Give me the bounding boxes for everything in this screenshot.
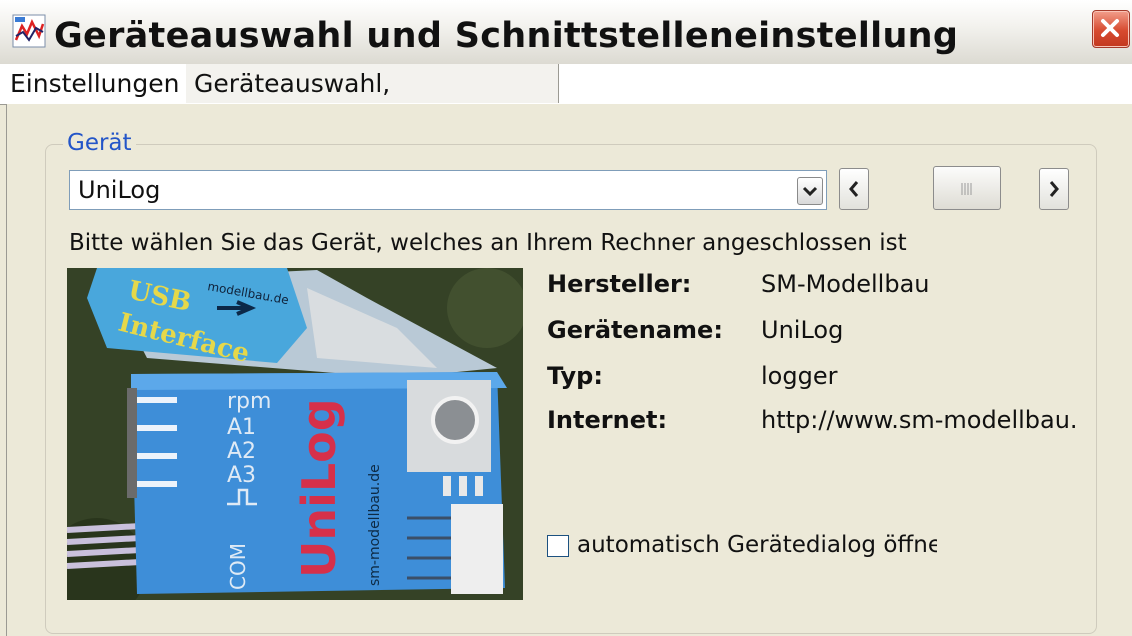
- type-label: Typ:: [547, 362, 603, 390]
- previous-device-button[interactable]: [839, 168, 869, 210]
- title-bar[interactable]: Geräteauswahl und Schnittstelleneinstell…: [0, 0, 1132, 65]
- internet-link[interactable]: http://www.sm-modellbau.de: [761, 406, 1077, 434]
- window-title: Geräteauswahl und Schnittstelleneinstell…: [54, 16, 959, 56]
- device-name-label: Gerätename:: [547, 316, 723, 344]
- close-button[interactable]: [1092, 10, 1130, 48]
- tab-content: Gerät UniLog Bitte wählen Sie das Gerät,…: [6, 104, 1132, 636]
- manufacturer-value: SM-Modellbau: [761, 270, 930, 298]
- tab-strip: Einstellungen Geräteauswahl, Portübersic…: [0, 64, 1132, 138]
- sm-url-text: sm-modellbau.de: [367, 464, 383, 586]
- dropdown-button[interactable]: [797, 177, 823, 205]
- chevron-right-icon: [1049, 181, 1059, 197]
- device-scroll-thumb[interactable]: [933, 166, 1001, 210]
- grip-icon: [961, 183, 972, 195]
- device-name-value: UniLog: [761, 316, 844, 344]
- manufacturer-label: Hersteller:: [547, 270, 692, 298]
- device-select[interactable]: UniLog: [69, 170, 827, 210]
- groupbox-label: Gerät: [63, 130, 136, 156]
- com-label: COM: [226, 543, 250, 590]
- device-photo: USB Interface modellbau.de rpm A1 A2 A3 …: [67, 268, 523, 600]
- next-device-button[interactable]: [1039, 168, 1069, 210]
- close-icon: [1101, 19, 1119, 37]
- app-chart-icon: [12, 14, 46, 48]
- dialog-window: Geräteauswahl und Schnittstelleneinstell…: [0, 0, 1132, 636]
- auto-open-label[interactable]: automatisch Gerätedialog öffnen: [577, 532, 937, 558]
- device-hint-text: Bitte wählen Sie das Gerät, welches an I…: [69, 230, 907, 256]
- auto-open-checkbox[interactable]: [547, 535, 569, 557]
- a1-label: A1: [227, 415, 256, 440]
- chevron-down-icon: [802, 186, 818, 197]
- unilog-brand: UniLog: [292, 398, 346, 578]
- tab-geraeteauswahl[interactable]: Geräteauswahl, Portübersicht: [186, 64, 559, 138]
- device-select-value: UniLog: [78, 176, 161, 204]
- chevron-left-icon: [849, 181, 859, 197]
- internet-label: Internet:: [547, 406, 668, 434]
- a2-label: A2: [227, 439, 256, 464]
- type-value: logger: [761, 362, 838, 390]
- tab-einstellungen[interactable]: Einstellungen: [6, 64, 189, 103]
- rpm-label: rpm: [227, 389, 271, 414]
- a3-label: A3: [227, 463, 256, 488]
